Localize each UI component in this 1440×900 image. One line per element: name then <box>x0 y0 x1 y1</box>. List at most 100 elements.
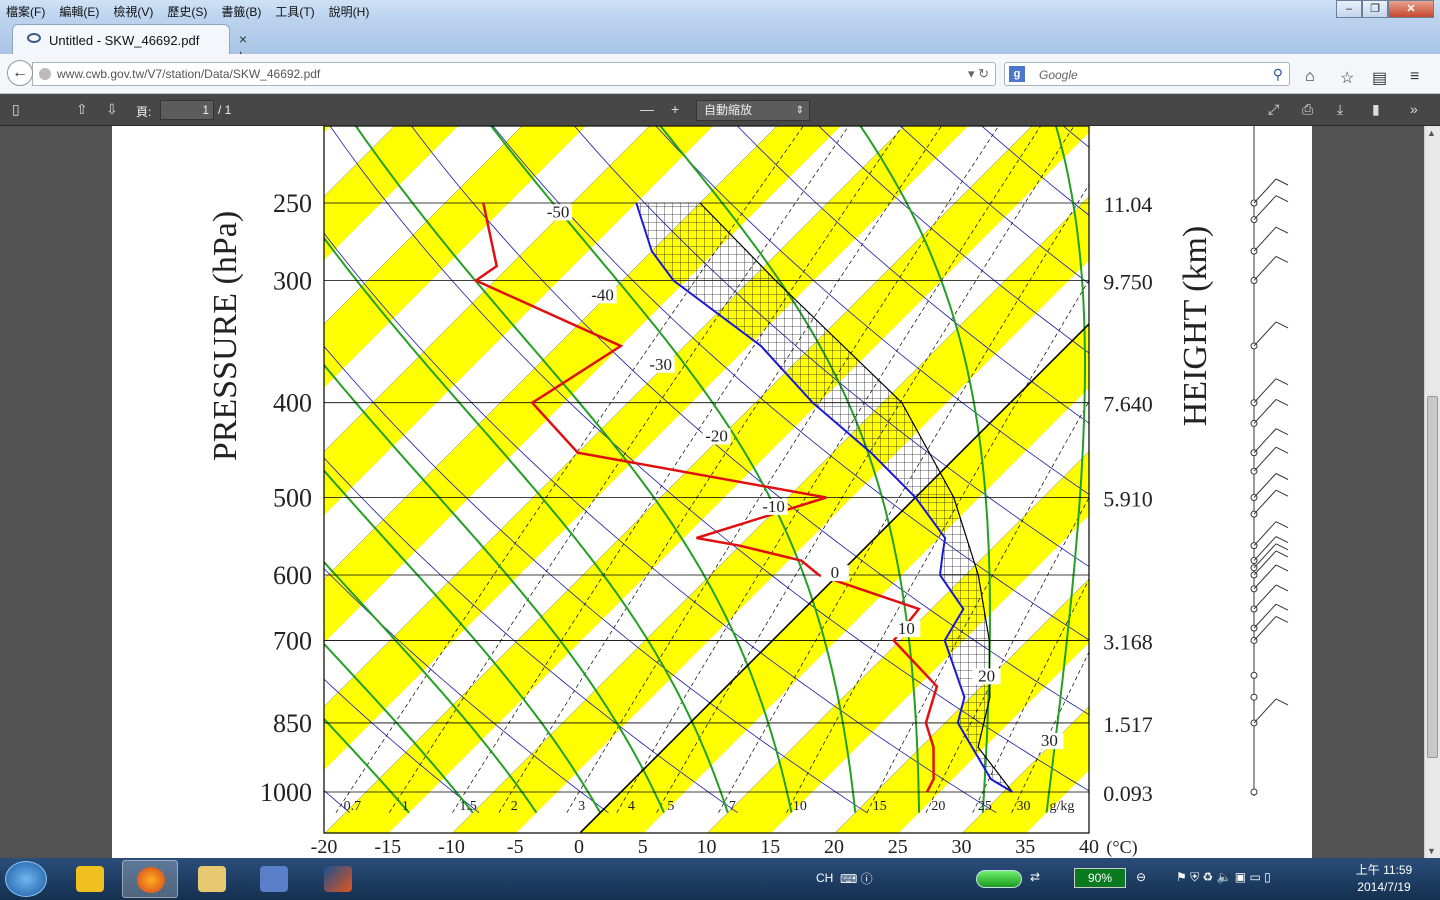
zoom-out-icon[interactable]: — <box>640 101 654 117</box>
input-language[interactable]: CH <box>816 871 833 885</box>
temperature-tick-label: -10 <box>438 836 465 858</box>
height-tick-label: 3.168 <box>1103 629 1153 654</box>
height-axis-title: HEIGHT (km) <box>1177 226 1214 427</box>
pressure-tick-label: 600 <box>273 561 312 590</box>
pressure-tick-label: 1000 <box>260 778 312 807</box>
temperature-tick-label: 35 <box>1015 836 1035 858</box>
pressure-tick-label: 700 <box>273 626 312 655</box>
google-icon[interactable]: g <box>1009 66 1025 82</box>
menu-bookmarks[interactable]: 書籤(B) <box>221 3 261 20</box>
maximize-button[interactable]: ❐ <box>1362 0 1388 18</box>
start-button[interactable] <box>5 861 47 897</box>
keyboard-icon[interactable]: ⌨ ⓘ <box>840 870 873 887</box>
sidebar-toggle-icon[interactable]: ▯ <box>12 101 20 118</box>
menu-help[interactable]: 說明(H) <box>329 3 370 20</box>
clipboard-icon[interactable]: ▤ <box>1372 68 1387 88</box>
wind-barb-feather <box>1275 584 1289 592</box>
window-controls: – ❐ ✕ <box>1336 0 1434 18</box>
taskbar-matlab[interactable] <box>310 860 366 898</box>
temperature-tick-label: 25 <box>888 836 908 858</box>
menu-file[interactable]: 檔案(F) <box>6 3 45 20</box>
temperature-tick-label: -5 <box>507 836 524 858</box>
menu-tools[interactable]: 工具(T) <box>275 3 314 20</box>
height-tick-label: 0.093 <box>1103 781 1153 806</box>
isotherm-label: 0 <box>831 563 840 582</box>
temperature-tick-label: 30 <box>952 836 972 858</box>
page-number-input[interactable]: 1 <box>160 100 214 120</box>
back-button[interactable]: ← <box>7 60 33 86</box>
temperature-unit-label: (°C) <box>1106 837 1137 858</box>
isotherm-label: -40 <box>591 285 614 304</box>
previous-page-icon[interactable]: ⇧ <box>76 101 88 118</box>
tab-strip: Untitled - SKW_46692.pdf × + <box>0 20 1440 65</box>
tray-icons[interactable]: ⚑ ⛨ ♻ 🔈 ▣ ▭ ▯ <box>1176 870 1271 885</box>
wind-barb-feather <box>1275 256 1289 263</box>
mixing-ratio-label: 3 <box>578 799 585 814</box>
taskbar-network-app[interactable] <box>246 860 302 898</box>
tools-chevron-icon[interactable]: » <box>1410 101 1418 117</box>
skew-t-chart: -50-40-30-20-1001020300.7 1 1.5 2 3 4 5 7 10 15 20… <box>112 126 1312 858</box>
url-bar[interactable]: www.cwb.gov.tw/V7/station/Data/SKW_46692… <box>32 62 996 86</box>
isotherm-line <box>112 126 157 832</box>
pdf-viewer[interactable]: -50 -40 -30 -20 -10 0 10 20 30 0.7 1 1.5 2 3 4 5 7 10 15 20… <box>0 126 1424 858</box>
firefox-icon <box>137 867 165 893</box>
dry-adiabat-line <box>1203 126 1312 813</box>
wind-barb-feather <box>1275 446 1289 454</box>
status-pill[interactable] <box>976 870 1022 888</box>
pressure-tick-label: 400 <box>273 389 312 418</box>
taskbar-firefox[interactable] <box>122 860 178 898</box>
search-bar[interactable]: g Google ⚲ <box>1004 62 1290 86</box>
pdf-eye-icon <box>27 33 41 43</box>
search-icon[interactable]: ⚲ <box>1273 66 1283 83</box>
mixing-ratio-unit: g/kg <box>1050 799 1075 814</box>
menu-history[interactable]: 歷史(S) <box>167 3 207 20</box>
scroll-down-icon[interactable]: ▼ <box>1427 846 1436 856</box>
fullscreen-icon[interactable]: ⤢ <box>1268 101 1279 118</box>
wind-barb-feather <box>1275 616 1289 623</box>
scroll-up-icon[interactable]: ▲ <box>1427 128 1436 138</box>
url-text: www.cwb.gov.tw/V7/station/Data/SKW_46692… <box>57 67 321 81</box>
zoom-in-icon[interactable]: + <box>671 101 679 117</box>
pressure-tick-label: 250 <box>273 189 312 218</box>
temperature-tick-label: 15 <box>760 836 780 858</box>
taskbar-app-1[interactable] <box>62 860 118 898</box>
zoom-select[interactable]: 自動縮放 ⇕ <box>696 100 810 121</box>
menu-icon[interactable]: ≡ <box>1410 68 1419 86</box>
tab-pdf[interactable]: Untitled - SKW_46692.pdf × <box>12 24 247 54</box>
reload-icon[interactable]: ▾ ↻ <box>968 66 989 82</box>
download-icon[interactable]: ⤓ <box>1337 101 1343 118</box>
tab-close-icon[interactable]: × <box>239 31 247 47</box>
bookmark-icon[interactable]: ▮ <box>1372 101 1380 118</box>
wind-barb-feather <box>1275 428 1289 436</box>
search-placeholder: Google <box>1039 68 1078 82</box>
wind-barb-staff <box>1253 536 1277 561</box>
power-icon[interactable]: ⊖ <box>1136 870 1146 884</box>
network-icon[interactable]: ⇄ <box>1030 870 1040 884</box>
pressure-axis-title: PRESSURE (hPa) <box>207 211 244 461</box>
temperature-tick-label: -15 <box>374 836 401 858</box>
vertical-scrollbar[interactable]: ▲ ▼ <box>1424 126 1440 858</box>
scrollbar-thumb[interactable] <box>1427 396 1438 758</box>
menu-view[interactable]: 檢視(V) <box>113 3 153 20</box>
taskbar-explorer[interactable] <box>184 860 240 898</box>
isotherm-label: 10 <box>898 619 915 638</box>
minimize-button[interactable]: – <box>1336 0 1362 18</box>
battery-indicator[interactable]: 90% <box>1074 868 1126 888</box>
folder-icon <box>198 866 226 892</box>
next-page-icon[interactable]: ⇩ <box>106 101 118 118</box>
menu-edit[interactable]: 編輯(E) <box>59 3 99 20</box>
wind-barb-feather <box>1275 536 1289 544</box>
clock[interactable]: 上午 11:59 2014/7/19 <box>1352 862 1416 896</box>
pressure-tick-label: 500 <box>273 484 312 513</box>
tab-title: Untitled - SKW_46692.pdf <box>49 33 200 48</box>
home-icon[interactable]: ⌂ <box>1305 68 1315 86</box>
wind-barb-feather <box>1275 521 1289 529</box>
height-tick-label: 7.640 <box>1103 392 1153 417</box>
taskbar: CH ⌨ ⓘ ⇄ 90% ⊖ ⚑ ⛨ ♻ 🔈 ▣ ▭ ▯ 上午 11:59 20… <box>0 858 1440 900</box>
close-window-button[interactable]: ✕ <box>1388 0 1434 18</box>
bookmark-star-icon[interactable]: ☆ <box>1340 68 1354 88</box>
wind-barb-feather <box>1275 178 1289 186</box>
print-icon[interactable]: ⎙ <box>1302 101 1313 118</box>
height-tick-label: 9.750 <box>1103 269 1153 294</box>
wind-barb-feather <box>1275 550 1289 558</box>
